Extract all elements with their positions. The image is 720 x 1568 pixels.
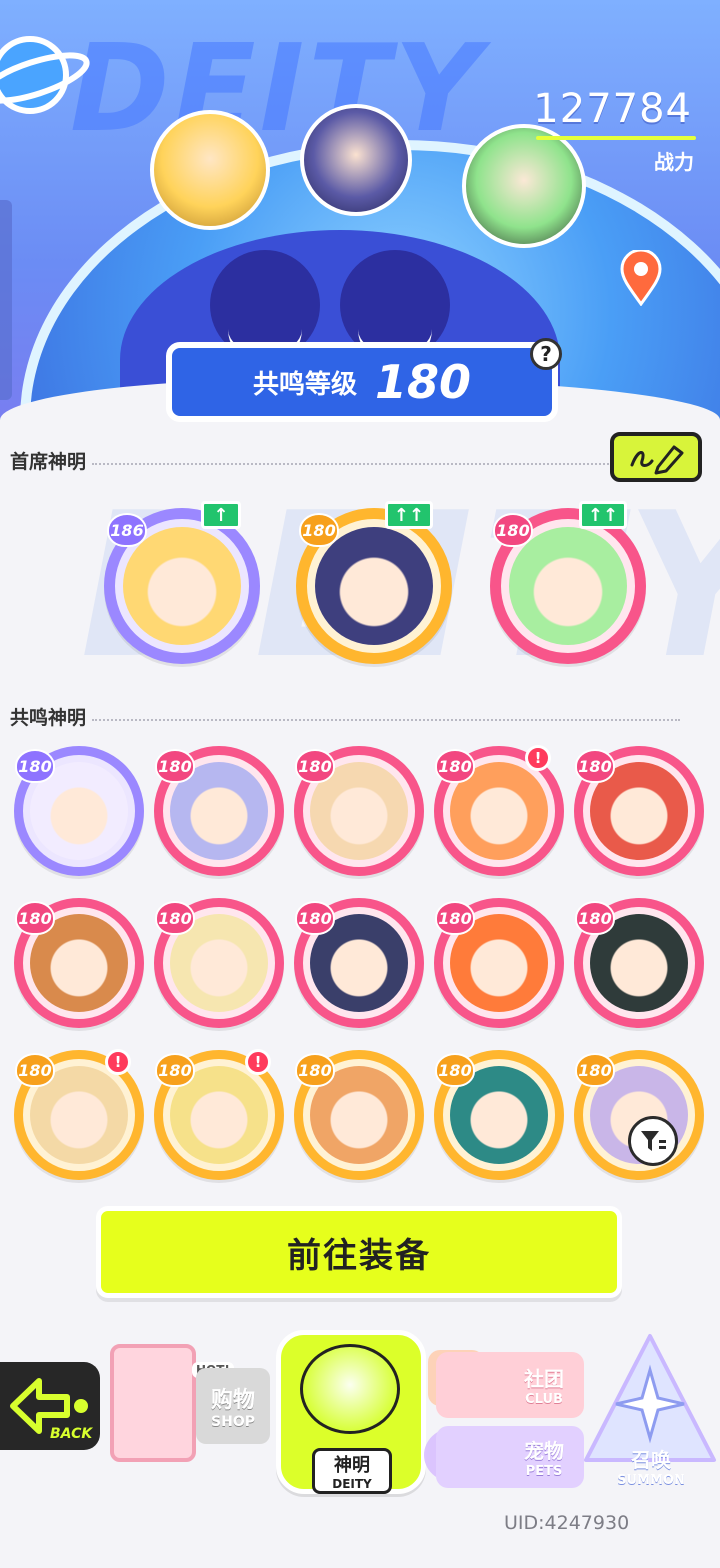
resonance-deity-avatar[interactable]: 180 (294, 898, 424, 1028)
deity-level-badge: 180 (435, 1053, 475, 1087)
resonance-deity-avatar[interactable]: 180 (574, 746, 704, 876)
deity-level-badge: 180 (295, 749, 335, 783)
side-drawer-handle[interactable] (0, 200, 12, 400)
deity-mascot-icon (300, 1344, 400, 1434)
resonance-deity-avatar[interactable]: 180 (294, 746, 424, 876)
resonance-deity-avatar[interactable]: 180 (574, 898, 704, 1028)
resonance-deity-avatar[interactable]: 180 (434, 898, 564, 1028)
resonance-level-label: 共鸣等级 (252, 369, 357, 400)
club-label-cn: 社团 (524, 1367, 564, 1391)
back-label: BACK (50, 1426, 93, 1442)
summon-label: 召唤 SUMMON (604, 1444, 698, 1488)
chief-deities-title: 首席神明 (10, 450, 87, 473)
chief-deity-figure-2[interactable] (300, 104, 412, 216)
summon-label-en: SUMMON (617, 1473, 685, 1488)
deity-level-badge: 180 (155, 749, 195, 783)
resonance-deity-avatar[interactable]: 180! (14, 1049, 144, 1180)
header-divider (92, 719, 680, 721)
header-divider (92, 463, 680, 465)
alert-icon: ! (105, 1049, 131, 1075)
chief-deity-avatar[interactable]: 180 ↑↑ (490, 501, 646, 664)
location-pin-icon[interactable] (618, 250, 664, 306)
deity-portrait (315, 527, 433, 645)
resonance-deity-avatar[interactable]: 180 (294, 1050, 424, 1180)
deity-label: 神明 DEITY (312, 1448, 392, 1494)
edit-chief-button[interactable] (610, 432, 702, 482)
alert-icon: ! (245, 1049, 271, 1075)
deity-level-badge: 180 (295, 1053, 335, 1087)
vending-machine-icon (110, 1344, 196, 1462)
chief-deity-figure-1[interactable] (150, 110, 270, 230)
deity-level-badge: 180 (575, 749, 615, 783)
nav-pets[interactable]: 宠物 PETS (436, 1426, 584, 1488)
combat-power-value: 127784 (533, 86, 692, 132)
deity-level-badge: 180 (155, 1053, 195, 1087)
shop-label: 购物 SHOP (196, 1368, 270, 1444)
resonance-deities-header: 共鸣神明 (10, 704, 680, 729)
deity-level-badge: 180 (15, 749, 55, 783)
upgrade-arrow-icon: ↑↑ (385, 501, 433, 529)
deity-screen: DEITY 127784 战力 共鸣等级 180 ? DEITY 首席神明 (0, 0, 720, 1568)
resonance-level-value: 180 (374, 355, 472, 409)
resonance-deity-avatar[interactable]: 180 (154, 898, 284, 1028)
upgrade-arrow-icon: ↑ (201, 501, 241, 529)
resonance-deity-avatar[interactable]: 180 (154, 746, 284, 876)
resonance-deity-avatar[interactable]: 180! (434, 745, 564, 876)
filter-button[interactable] (628, 1116, 678, 1166)
deity-label-cn: 神明 (334, 1455, 370, 1476)
resonance-deity-avatar[interactable]: 180 (14, 898, 144, 1028)
club-label-en: CLUB (525, 1392, 563, 1407)
filter-icon (641, 1131, 666, 1151)
go-equip-label: 前往装备 (287, 1235, 431, 1276)
banner-watermark: DEITY (70, 20, 485, 159)
resonance-deity-avatar[interactable]: 180 (434, 1050, 564, 1180)
resonance-level-panel[interactable]: 共鸣等级 180 (166, 342, 558, 422)
pets-label-cn: 宠物 (524, 1439, 564, 1463)
combat-power-underline (536, 136, 696, 140)
resonance-deity-avatar[interactable]: 180 (14, 746, 144, 876)
go-equip-button[interactable]: 前往装备 (96, 1206, 622, 1298)
deity-portrait (123, 527, 241, 645)
combat-power-label: 战力 (654, 150, 694, 174)
deity-level-badge: 180 (155, 901, 195, 935)
chief-deity-figure-3[interactable] (462, 124, 586, 248)
shop-label-en: SHOP (211, 1414, 255, 1430)
deity-level-badge: 180 (295, 901, 335, 935)
deity-level-badge: 180 (15, 901, 55, 935)
resonance-deity-avatar[interactable]: 180! (154, 1049, 284, 1180)
summon-label-cn: 召唤 (631, 1448, 671, 1472)
deity-banner: DEITY 127784 战力 共鸣等级 180 ? (0, 0, 720, 440)
deity-level-badge: 180 (435, 901, 475, 935)
nav-club[interactable]: 社团 CLUB (436, 1352, 584, 1418)
deity-label-en: DEITY (332, 1477, 372, 1491)
deity-level-badge: 180 (575, 1053, 615, 1087)
deity-level-badge: 180 (575, 901, 615, 935)
chief-deity-avatar[interactable]: 180 ↑↑ (296, 501, 452, 664)
chief-deities-header: 首席神明 (10, 448, 680, 473)
user-id: UID:4247930 (504, 1512, 630, 1534)
upgrade-arrow-icon: ↑↑ (579, 501, 627, 529)
edit-pencil-icon (630, 445, 684, 475)
deity-level-badge: 180 (493, 513, 533, 547)
deity-level-badge: 180 (15, 1053, 55, 1087)
pets-label-en: PETS (525, 1464, 563, 1479)
chief-deity-avatar[interactable]: 186 ↑ (104, 501, 260, 664)
alert-icon: ! (525, 745, 551, 771)
planet-icon (0, 36, 90, 114)
deity-level-badge: 180 (435, 749, 475, 783)
deity-level-badge: 186 (107, 513, 147, 547)
resonance-deities-title: 共鸣神明 (10, 706, 87, 729)
deity-level-badge: 180 (299, 513, 339, 547)
shop-label-cn: 购物 (210, 1388, 255, 1413)
deity-portrait (509, 527, 627, 645)
help-button[interactable]: ? (530, 338, 562, 370)
